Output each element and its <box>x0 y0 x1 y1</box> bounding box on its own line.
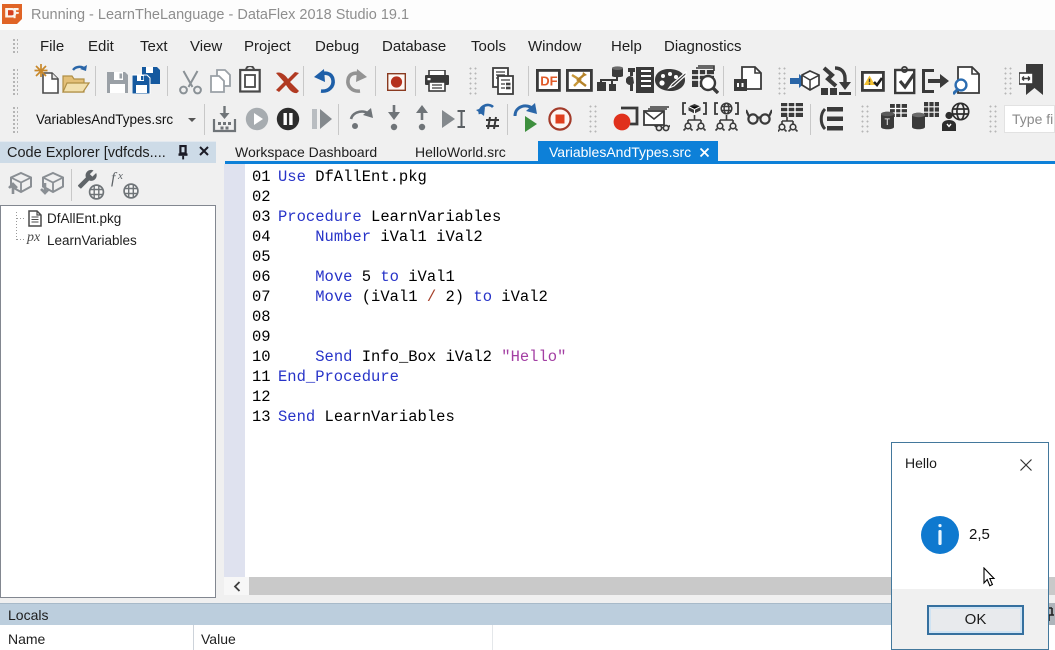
svg-text:T: T <box>885 117 891 127</box>
svg-text:DF: DF <box>540 74 557 89</box>
svg-text:f: f <box>111 170 118 187</box>
svg-text:x: x <box>117 170 123 182</box>
